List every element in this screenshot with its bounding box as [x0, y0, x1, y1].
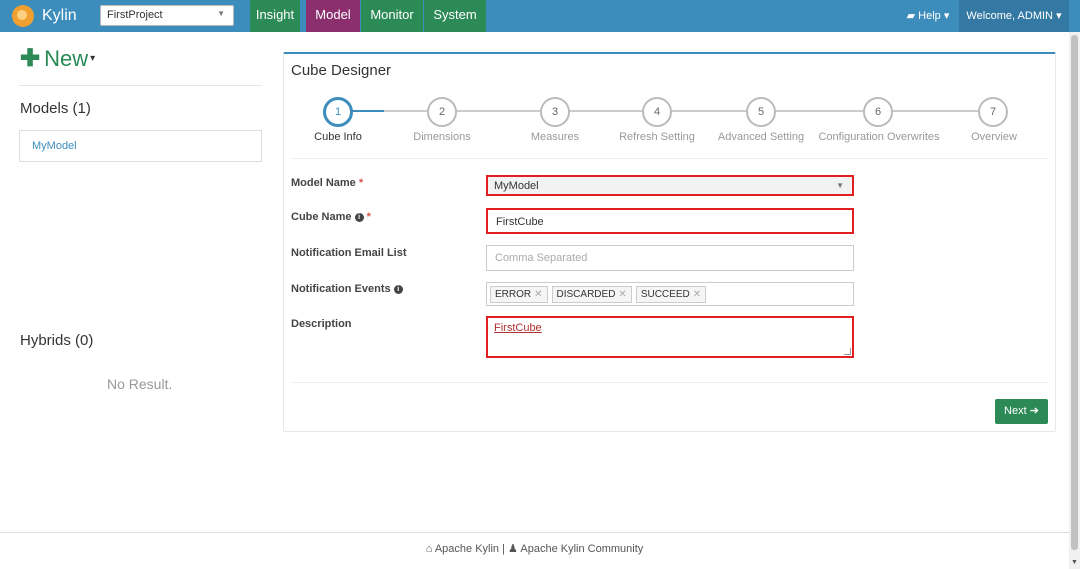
notification-events-label: Notification Events i	[291, 283, 403, 295]
step-3-label[interactable]: Measures	[520, 131, 590, 143]
step-7-label[interactable]: Overview	[964, 131, 1024, 143]
description-textarea[interactable]: FirstCube	[486, 316, 854, 358]
hybrids-title: Hybrids (0)	[20, 332, 94, 349]
close-icon[interactable]: ✕	[534, 289, 542, 300]
event-tag-succeed[interactable]: SUCCEED ✕	[635, 286, 707, 303]
footer-link-kylin[interactable]: Apache Kylin	[435, 543, 499, 555]
community-icon: ♟	[508, 543, 518, 555]
step-3-circle[interactable]: 3	[540, 97, 570, 127]
project-select[interactable]: FirstProject ▼	[100, 5, 234, 26]
new-label: New	[44, 45, 89, 71]
kylin-logo-icon	[12, 5, 34, 27]
project-select-value: FirstProject	[107, 9, 163, 21]
step-2-label[interactable]: Dimensions	[406, 131, 478, 143]
footer-separator: |	[502, 543, 505, 555]
step-2-circle[interactable]: 2	[427, 97, 457, 127]
step-1-circle[interactable]: 1	[323, 97, 353, 127]
next-button[interactable]: Next ➔	[995, 399, 1048, 424]
divider	[291, 382, 1048, 383]
arrow-right-icon: ➔	[1029, 405, 1039, 417]
event-tag-error[interactable]: ERROR ✕	[490, 286, 548, 303]
tab-model[interactable]: Model	[306, 0, 360, 32]
model-list: MyModel	[19, 130, 262, 162]
wizard-progress-line	[352, 110, 384, 112]
no-result-text: No Result.	[107, 376, 173, 392]
step-6-circle[interactable]: 6	[863, 97, 893, 127]
email-list-label: Notification Email List	[291, 247, 407, 259]
step-7-circle[interactable]: 7	[978, 97, 1008, 127]
cube-name-value: FirstCube	[496, 216, 544, 228]
notification-events-input[interactable]: ERROR ✕ DISCARDED ✕ SUCCEED ✕	[486, 282, 854, 306]
divider	[291, 158, 1048, 159]
tab-insight[interactable]: Insight	[250, 0, 300, 32]
model-name-value: MyModel	[494, 180, 539, 192]
chevron-down-icon: ▼	[217, 9, 225, 18]
info-icon: i	[393, 284, 403, 294]
step-1-label[interactable]: Cube Info	[311, 131, 365, 143]
cube-name-label: Cube Name i *	[291, 211, 371, 223]
footer-divider	[0, 532, 1069, 533]
welcome-label: Welcome, ADMIN	[966, 10, 1053, 22]
tab-monitor[interactable]: Monitor	[361, 0, 423, 32]
brand[interactable]: Kylin	[12, 0, 77, 32]
user-menu[interactable]: Welcome, ADMIN ▾	[959, 0, 1069, 32]
tab-system[interactable]: System	[424, 0, 486, 32]
book-icon: ▰	[906, 10, 916, 22]
email-list-input[interactable]: Comma Separated	[486, 245, 854, 271]
help-label: Help	[918, 10, 941, 22]
new-button[interactable]: ✚ New ▾	[20, 44, 95, 73]
help-menu[interactable]: ▰ Help ▾	[897, 0, 959, 32]
email-list-placeholder: Comma Separated	[495, 252, 588, 264]
wizard-track-line	[384, 110, 990, 112]
top-navbar: Kylin FirstProject ▼ Insight Model Monit…	[0, 0, 1080, 32]
home-icon: ⌂	[425, 543, 433, 555]
model-item-mymodel[interactable]: MyModel	[32, 140, 77, 152]
description-value: FirstCube	[494, 322, 542, 334]
chevron-down-icon: ▾	[943, 10, 950, 22]
step-6-label[interactable]: Configuration Overwrites	[816, 131, 942, 143]
scroll-down-icon[interactable]: ▼	[1071, 559, 1078, 566]
scrollbar-thumb[interactable]	[1071, 35, 1078, 550]
model-name-label: Model Name *	[291, 177, 364, 189]
event-tag-discarded[interactable]: DISCARDED ✕	[551, 286, 632, 303]
step-5-label[interactable]: Advanced Setting	[715, 131, 807, 143]
step-4-label[interactable]: Refresh Setting	[614, 131, 700, 143]
page-scrollbar[interactable]: ▼	[1069, 32, 1080, 569]
model-name-select[interactable]: MyModel ▼	[486, 175, 854, 196]
cube-name-input[interactable]: FirstCube	[486, 208, 854, 234]
close-icon[interactable]: ✕	[693, 289, 701, 300]
chevron-down-icon: ▾	[1056, 10, 1062, 22]
footer: ⌂ Apache Kylin | ♟ Apache Kylin Communit…	[0, 542, 1069, 555]
plus-icon: ✚	[20, 45, 41, 72]
divider	[19, 85, 262, 86]
step-4-circle[interactable]: 4	[642, 97, 672, 127]
step-5-circle[interactable]: 5	[746, 97, 776, 127]
footer-link-community[interactable]: Apache Kylin Community	[520, 543, 643, 555]
info-icon: i	[354, 212, 364, 222]
chevron-down-icon: ▼	[836, 181, 844, 190]
chevron-down-icon: ▾	[90, 53, 96, 64]
description-label: Description	[291, 318, 352, 330]
resize-handle-icon[interactable]	[844, 348, 851, 355]
page-title: Cube Designer	[291, 62, 392, 79]
close-icon[interactable]: ✕	[618, 289, 626, 300]
models-title: Models (1)	[20, 100, 91, 117]
brand-name: Kylin	[42, 7, 77, 24]
